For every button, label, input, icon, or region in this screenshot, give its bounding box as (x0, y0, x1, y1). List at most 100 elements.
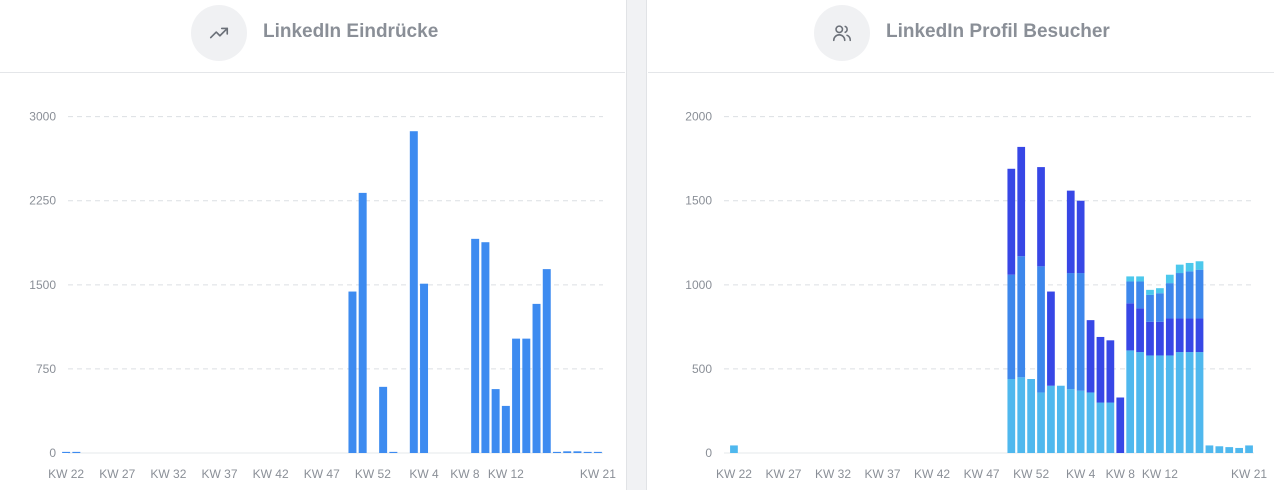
bar[interactable] (1215, 446, 1224, 453)
x-tick-label: KW 22 (716, 467, 752, 481)
bar[interactable] (1126, 350, 1135, 453)
bar[interactable] (1225, 447, 1234, 453)
bar[interactable] (1047, 385, 1055, 453)
bar[interactable] (1126, 281, 1135, 304)
bar[interactable] (1056, 385, 1065, 453)
bar[interactable] (1007, 379, 1016, 453)
visitors-panel: LinkedIn Profil Besucher 0 500 1000 1500 200… (648, 0, 1274, 490)
x-tick-label: KW 21 (1231, 467, 1267, 481)
y-tick-label: 500 (692, 362, 712, 376)
bar[interactable] (1185, 271, 1194, 319)
bar[interactable] (420, 283, 429, 453)
bar[interactable] (1205, 445, 1214, 453)
bar[interactable] (1136, 276, 1144, 282)
bar[interactable] (1096, 336, 1105, 403)
bar[interactable] (1156, 321, 1164, 356)
bar[interactable] (593, 451, 602, 453)
x-tick-label: KW 42 (914, 467, 950, 481)
bar[interactable] (1126, 276, 1135, 282)
bar[interactable] (1235, 447, 1244, 453)
bar[interactable] (72, 451, 81, 453)
bar[interactable] (730, 445, 738, 453)
bar[interactable] (1165, 318, 1174, 356)
bar[interactable] (1185, 352, 1194, 453)
bar[interactable] (1195, 352, 1204, 453)
bar[interactable] (563, 451, 572, 453)
bar[interactable] (1245, 445, 1253, 453)
x-tick-label: KW 27 (765, 467, 801, 481)
bar[interactable] (1007, 168, 1016, 275)
x-tick-label: KW 32 (815, 467, 851, 481)
bar[interactable] (573, 451, 582, 453)
bar[interactable] (1175, 264, 1184, 274)
bar[interactable] (1136, 352, 1144, 453)
bar[interactable] (1146, 321, 1154, 356)
bar[interactable] (1116, 397, 1125, 454)
bar[interactable] (1165, 283, 1174, 319)
bar[interactable] (1017, 256, 1026, 378)
x-tick-label: KW 12 (488, 467, 524, 481)
bar[interactable] (358, 192, 367, 453)
bar[interactable] (389, 451, 398, 453)
bar[interactable] (348, 291, 357, 453)
bar[interactable] (1156, 293, 1164, 322)
bar[interactable] (491, 389, 500, 453)
bar[interactable] (552, 451, 561, 453)
x-tick-label: KW 22 (48, 467, 84, 481)
bar[interactable] (379, 386, 388, 453)
bar[interactable] (1076, 200, 1085, 274)
bar[interactable] (1086, 392, 1095, 453)
bar[interactable] (1047, 291, 1055, 386)
bar[interactable] (1156, 288, 1164, 294)
bar[interactable] (1096, 402, 1105, 453)
bar[interactable] (1175, 318, 1184, 353)
bar[interactable] (471, 238, 480, 453)
bar[interactable] (1195, 269, 1204, 319)
bar[interactable] (583, 451, 592, 453)
bar[interactable] (1066, 190, 1075, 274)
bar[interactable] (1037, 167, 1045, 267)
bar[interactable] (1195, 261, 1204, 270)
bar[interactable] (1017, 377, 1026, 453)
bar[interactable] (1007, 274, 1016, 379)
bar[interactable] (1136, 308, 1144, 353)
bar[interactable] (1076, 390, 1085, 453)
bar[interactable] (481, 242, 490, 453)
bar[interactable] (1106, 340, 1115, 403)
x-tick-label: KW 8 (1106, 467, 1136, 481)
y-tick-label: 0 (705, 446, 712, 460)
bar[interactable] (1017, 146, 1026, 257)
x-tick-label: KW 27 (99, 467, 135, 481)
bar[interactable] (522, 338, 531, 453)
bar[interactable] (1156, 355, 1164, 453)
bar[interactable] (1126, 303, 1135, 351)
bar[interactable] (1037, 266, 1045, 393)
bar[interactable] (1195, 318, 1204, 353)
bar[interactable] (1175, 352, 1184, 453)
x-tick-label: KW 8 (450, 467, 480, 481)
bar[interactable] (1076, 273, 1085, 391)
bar[interactable] (409, 131, 418, 453)
y-tick-label: 3000 (29, 110, 56, 124)
bar[interactable] (1066, 389, 1075, 453)
bar[interactable] (1027, 379, 1035, 453)
bar[interactable] (1066, 273, 1075, 390)
bar[interactable] (1146, 355, 1154, 453)
bar[interactable] (532, 303, 541, 453)
bar[interactable] (1106, 402, 1115, 453)
bar[interactable] (1185, 262, 1194, 272)
bar[interactable] (501, 405, 510, 453)
bar[interactable] (512, 338, 521, 453)
bar[interactable] (1175, 273, 1184, 319)
bar[interactable] (1146, 294, 1154, 322)
bar[interactable] (1136, 281, 1144, 309)
bar[interactable] (1165, 274, 1174, 284)
bar[interactable] (542, 269, 551, 453)
bar[interactable] (1086, 320, 1095, 393)
bar[interactable] (62, 451, 71, 453)
bar[interactable] (1037, 392, 1045, 453)
bar[interactable] (1165, 355, 1174, 453)
bar[interactable] (1146, 289, 1154, 295)
bar[interactable] (1185, 318, 1194, 353)
y-tick-label: 2250 (29, 194, 56, 208)
